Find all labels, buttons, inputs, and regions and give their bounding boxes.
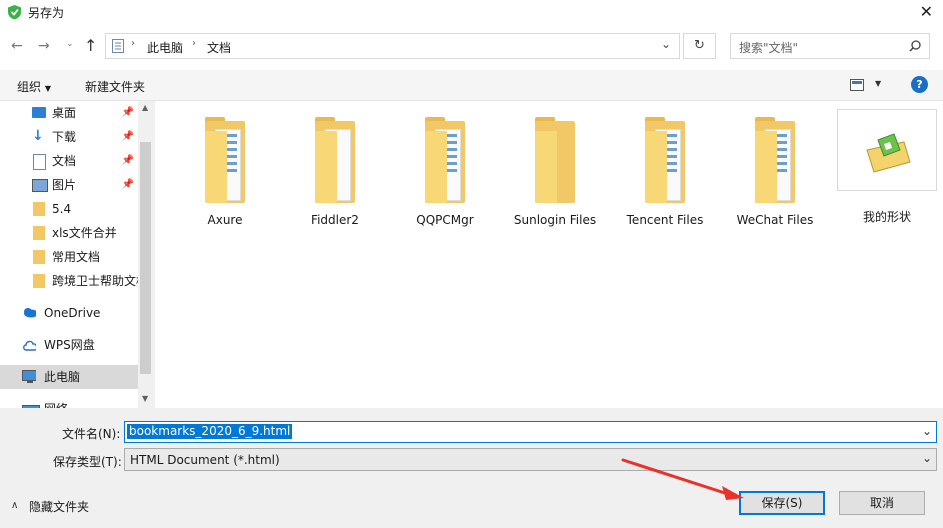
annotation-arrow bbox=[621, 458, 744, 500]
